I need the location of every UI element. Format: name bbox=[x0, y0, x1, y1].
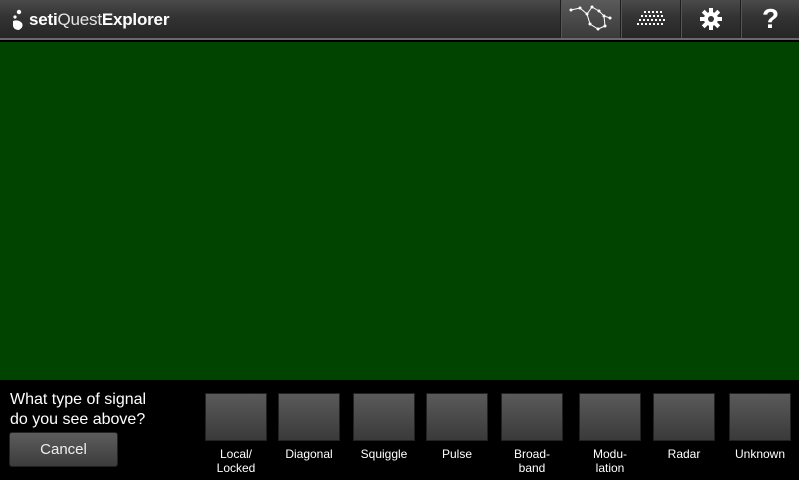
signal-thumbnail[interactable] bbox=[729, 393, 791, 441]
logo-explorer-text: Explorer bbox=[101, 10, 170, 29]
signal-type-pulse[interactable]: Pulse bbox=[426, 393, 488, 461]
top-toolbar: setiQuestExplorer ? bbox=[0, 0, 799, 40]
help-icon: ? bbox=[761, 3, 780, 34]
signal-type-label: Pulse bbox=[441, 447, 473, 461]
signal-type-unknown[interactable]: Unknown bbox=[729, 393, 791, 461]
signal-question: What type of signal do you see above? bbox=[10, 390, 190, 430]
app-logo: setiQuestExplorer bbox=[10, 7, 169, 33]
signal-type-modulation[interactable]: Modu-lation bbox=[579, 393, 641, 475]
seti-logo-icon bbox=[13, 9, 23, 30]
signal-type-label: Unknown bbox=[734, 447, 786, 461]
signal-thumbnail[interactable] bbox=[278, 393, 340, 441]
classification-panel: What type of signal do you see above? Ca… bbox=[0, 380, 799, 480]
signal-type-label: Local/Locked bbox=[216, 447, 256, 475]
signal-type-label: Radar bbox=[667, 447, 701, 461]
question-line-1: What type of signal bbox=[10, 391, 147, 408]
signal-type-label: Squiggle bbox=[360, 447, 408, 461]
signal-type-local-locked[interactable]: Local/Locked bbox=[205, 393, 267, 475]
gear-icon bbox=[699, 8, 722, 30]
logo-seti-text: seti bbox=[29, 10, 58, 29]
help-button[interactable]: ? bbox=[740, 0, 799, 38]
waterfall-button[interactable] bbox=[620, 0, 680, 38]
signal-type-diagonal[interactable]: Diagonal bbox=[278, 393, 340, 461]
signal-type-broadband[interactable]: Broad-band bbox=[501, 393, 563, 475]
signal-type-label: Modu-lation bbox=[592, 447, 627, 475]
signal-type-label: Broad-band bbox=[513, 447, 551, 475]
signal-type-label: Diagonal bbox=[285, 447, 333, 461]
logo-quest-text: Quest bbox=[57, 10, 103, 29]
cancel-button[interactable]: Cancel bbox=[9, 432, 118, 467]
signal-thumbnail[interactable] bbox=[426, 393, 488, 441]
constellation-icon bbox=[569, 5, 611, 31]
signal-type-radar[interactable]: Radar bbox=[653, 393, 715, 461]
signal-waterfall-view bbox=[0, 42, 799, 380]
app-title: setiQuestExplorer bbox=[29, 10, 169, 30]
signal-thumbnail[interactable] bbox=[653, 393, 715, 441]
signal-type-squiggle[interactable]: Squiggle bbox=[353, 393, 415, 461]
signal-thumbnail[interactable] bbox=[353, 393, 415, 441]
signal-thumbnail[interactable] bbox=[579, 393, 641, 441]
constellation-button[interactable] bbox=[560, 0, 620, 38]
question-line-2: do you see above? bbox=[10, 411, 146, 428]
settings-button[interactable] bbox=[680, 0, 740, 38]
waterfall-icon bbox=[636, 11, 665, 25]
signal-thumbnail[interactable] bbox=[205, 393, 267, 441]
signal-thumbnail[interactable] bbox=[501, 393, 563, 441]
